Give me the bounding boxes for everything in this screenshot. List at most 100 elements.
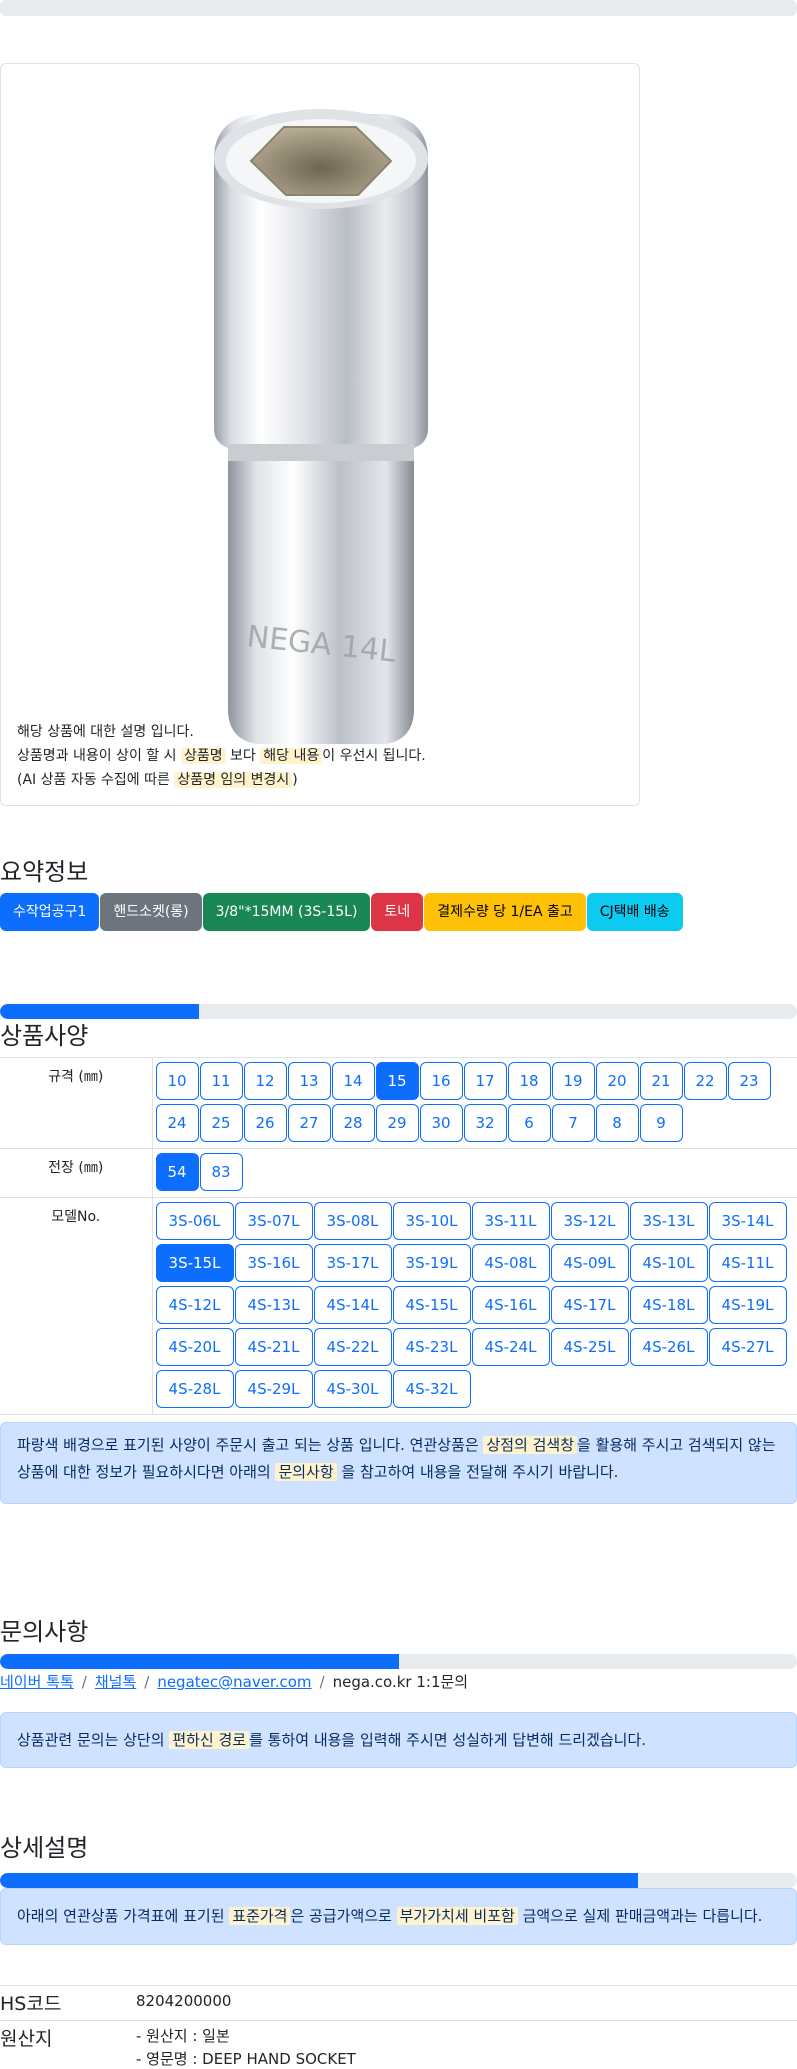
origin-value: - 원산지 : 일본 - 영문명 : DEEP HAND SOCKET bbox=[136, 2025, 356, 2069]
text: 상품명과 내용이 상이 할 시 bbox=[17, 748, 181, 764]
email-link[interactable]: negatec@naver.com bbox=[157, 1673, 311, 1691]
spec-option-button[interactable]: 10 bbox=[155, 1062, 199, 1100]
spec-option-button[interactable]: 4S-13L bbox=[234, 1286, 313, 1324]
spec-option-button[interactable]: 14 bbox=[331, 1062, 375, 1100]
spec-option-button[interactable]: 6 bbox=[507, 1104, 551, 1142]
spec-option-button[interactable]: 13 bbox=[287, 1062, 331, 1100]
inquiry-progress bbox=[0, 1654, 797, 1669]
detail-title: 상세설명 bbox=[0, 1834, 89, 1862]
origin-row: 원산지 - 원산지 : 일본 - 영문명 : DEEP HAND SOCKET bbox=[0, 2020, 797, 2069]
spec-option-button[interactable]: 4S-32L bbox=[392, 1370, 471, 1408]
spec-option-button[interactable]: 4S-27L bbox=[708, 1328, 787, 1366]
inquiry-breadcrumb: 네이버 톡톡 / 채널톡 / negatec@naver.com / nega.co.kr … bbox=[0, 1671, 468, 1692]
text: ) bbox=[292, 772, 298, 788]
spec-option-button[interactable]: 3S-06L bbox=[155, 1202, 234, 1240]
spec-option-button[interactable]: 4S-17L bbox=[550, 1286, 629, 1324]
spec-option-button[interactable]: 3S-07L bbox=[234, 1202, 313, 1240]
spec-option-button[interactable]: 3S-10L bbox=[392, 1202, 471, 1240]
spec-option-button[interactable]: 4S-30L bbox=[313, 1370, 392, 1408]
text: 파랑색 배경으로 표기된 사양이 주문시 출고 되는 상품 입니다. 연관상품은 bbox=[17, 1436, 484, 1454]
spec-option-button[interactable]: 23 bbox=[727, 1062, 771, 1100]
spec-option-button[interactable]: 3S-13L bbox=[629, 1202, 708, 1240]
summary-badge: 토네 bbox=[371, 893, 424, 931]
spec-option-button[interactable]: 83 bbox=[199, 1153, 243, 1191]
spec-option-button[interactable]: 4S-20L bbox=[155, 1328, 234, 1366]
origin-line-2: - 영문명 : DEEP HAND SOCKET bbox=[136, 2050, 356, 2068]
spec-option-button[interactable]: 7 bbox=[551, 1104, 595, 1142]
summary-title: 요약정보 bbox=[0, 858, 89, 886]
text: 보다 bbox=[225, 748, 261, 764]
spec-option-button[interactable]: 4S-25L bbox=[550, 1328, 629, 1366]
spec-option-button[interactable]: 26 bbox=[243, 1104, 287, 1142]
text: 을 참고하여 내용을 전달해 주시기 바랍니다. bbox=[336, 1463, 619, 1481]
spec-option-button[interactable]: 4S-24L bbox=[471, 1328, 550, 1366]
spec-option-button[interactable]: 11 bbox=[199, 1062, 243, 1100]
highlight-name-change: 상품명 임의 변경시 bbox=[174, 772, 293, 788]
description-line-2: 상품명과 내용이 상이 할 시 상품명 보다 해당 내용 이 우선시 됩니다. bbox=[17, 744, 426, 768]
spec-option-button[interactable]: 4S-15L bbox=[392, 1286, 471, 1324]
spec-row-label: 규격 (㎜) bbox=[0, 1057, 153, 1149]
spec-option-button[interactable]: 3S-19L bbox=[392, 1244, 471, 1282]
summary-badge: 3/8"*15MM (3S-15L) bbox=[202, 893, 371, 931]
spec-option-button[interactable]: 28 bbox=[331, 1104, 375, 1142]
spec-option-button[interactable]: 15 bbox=[375, 1062, 419, 1100]
spec-row-label: 모델No. bbox=[0, 1197, 153, 1415]
deep-socket-image: NEGA 14L bbox=[214, 109, 428, 744]
detail-progress-fill bbox=[0, 1873, 638, 1888]
origin-label: 원산지 bbox=[0, 2028, 53, 2050]
text: 이 우선시 됩니다. bbox=[322, 748, 426, 764]
inquiry-progress-fill bbox=[0, 1654, 399, 1669]
spec-option-button[interactable]: 4S-14L bbox=[313, 1286, 392, 1324]
spec-option-button[interactable]: 3S-11L bbox=[471, 1202, 550, 1240]
spec-option-button[interactable]: 4S-29L bbox=[234, 1370, 313, 1408]
spec-option-button[interactable]: 8 bbox=[595, 1104, 639, 1142]
text: (AI 상품 자동 수집에 따른 bbox=[17, 772, 175, 788]
spec-option-button[interactable]: 20 bbox=[595, 1062, 639, 1100]
hs-code-row: HS코드 8204200000 bbox=[0, 1985, 797, 2020]
spec-option-button[interactable]: 3S-12L bbox=[550, 1202, 629, 1240]
spec-option-button[interactable]: 4S-26L bbox=[629, 1328, 708, 1366]
spec-option-button[interactable]: 4S-11L bbox=[708, 1244, 787, 1282]
spec-option-button[interactable]: 9 bbox=[639, 1104, 683, 1142]
spec-option-button[interactable]: 3S-14L bbox=[708, 1202, 787, 1240]
naver-talk-link[interactable]: 네이버 톡톡 bbox=[0, 1673, 74, 1691]
spec-option-button[interactable]: 4S-19L bbox=[708, 1286, 787, 1324]
spec-option-button[interactable]: 3S-17L bbox=[313, 1244, 392, 1282]
spec-option-button[interactable]: 3S-08L bbox=[313, 1202, 392, 1240]
spec-option-button[interactable]: 25 bbox=[199, 1104, 243, 1142]
summary-badge: CJ택배 배송 bbox=[586, 893, 683, 931]
spec-option-button[interactable]: 27 bbox=[287, 1104, 331, 1142]
detail-progress bbox=[0, 1873, 797, 1888]
product-card: NEGA 14L 해당 상품에 대한 설명 입니다. 상품명과 내용이 상이 할… bbox=[0, 63, 640, 806]
spec-option-button[interactable]: 3S-15L bbox=[155, 1244, 234, 1282]
spec-option-button[interactable]: 4S-22L bbox=[313, 1328, 392, 1366]
detail-notice: 아래의 연관상품 가격표에 표기된 표준가격 은 공급가액으로 부가가치세 비포함… bbox=[0, 1888, 797, 1945]
hs-code-value: 8204200000 bbox=[136, 1992, 232, 2010]
spec-option-button[interactable]: 19 bbox=[551, 1062, 595, 1100]
spec-option-button[interactable]: 12 bbox=[243, 1062, 287, 1100]
spec-option-button[interactable]: 4S-08L bbox=[471, 1244, 550, 1282]
spec-option-button[interactable]: 18 bbox=[507, 1062, 551, 1100]
spec-option-button[interactable]: 4S-12L bbox=[155, 1286, 234, 1324]
spec-option-button[interactable]: 30 bbox=[419, 1104, 463, 1142]
spec-option-button[interactable]: 16 bbox=[419, 1062, 463, 1100]
spec-option-button[interactable]: 54 bbox=[155, 1153, 199, 1191]
spec-option-button[interactable]: 24 bbox=[155, 1104, 199, 1142]
spec-option-button[interactable]: 22 bbox=[683, 1062, 727, 1100]
spec-option-button[interactable]: 32 bbox=[463, 1104, 507, 1142]
spec-option-button[interactable]: 4S-09L bbox=[550, 1244, 629, 1282]
spec-option-button[interactable]: 3S-16L bbox=[234, 1244, 313, 1282]
spec-option-button[interactable]: 17 bbox=[463, 1062, 507, 1100]
spec-option-button[interactable]: 4S-16L bbox=[471, 1286, 550, 1324]
spec-option-button[interactable]: 29 bbox=[375, 1104, 419, 1142]
channel-talk-link[interactable]: 채널톡 bbox=[95, 1673, 136, 1691]
text: 상품관련 문의는 상단의 bbox=[17, 1731, 170, 1749]
spec-option-button[interactable]: 21 bbox=[639, 1062, 683, 1100]
spec-option-button[interactable]: 4S-18L bbox=[629, 1286, 708, 1324]
spec-option-button[interactable]: 4S-21L bbox=[234, 1328, 313, 1366]
summary-badge: 결제수량 당 1/EA 출고 bbox=[424, 893, 586, 931]
text: 은 공급가액으로 bbox=[290, 1907, 397, 1925]
spec-option-button[interactable]: 4S-23L bbox=[392, 1328, 471, 1366]
spec-option-button[interactable]: 4S-10L bbox=[629, 1244, 708, 1282]
spec-option-button[interactable]: 4S-28L bbox=[155, 1370, 234, 1408]
